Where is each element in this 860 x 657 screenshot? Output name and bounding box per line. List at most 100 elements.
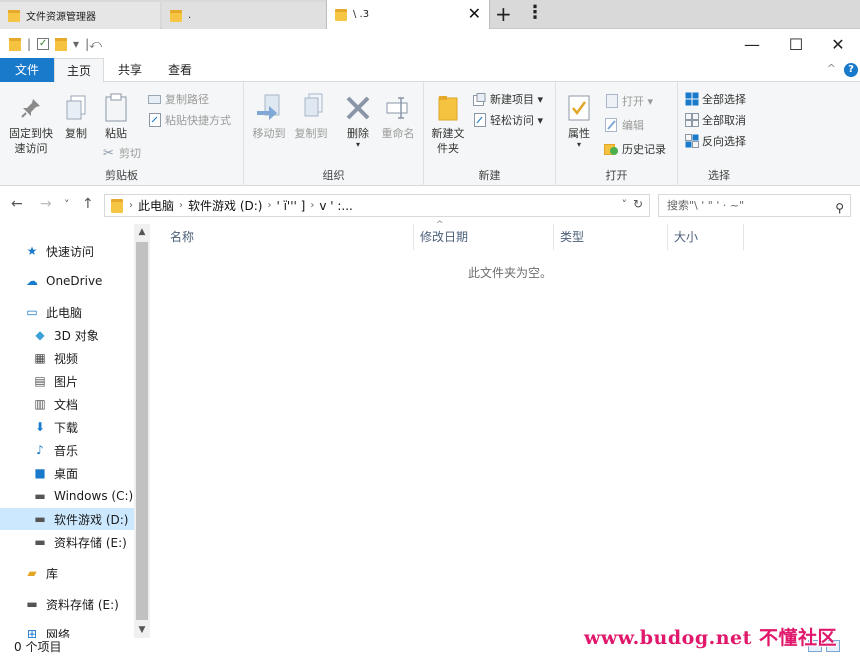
copy-label: 复制: [65, 127, 87, 140]
qa-dropdown-icon[interactable]: ▾: [73, 37, 79, 51]
column-header-date[interactable]: 修改日期: [414, 224, 554, 250]
properties-dropdown-icon[interactable]: ▾: [577, 141, 581, 149]
item-count: 0 个项目: [14, 640, 62, 654]
nav-item[interactable]: ▬ 资料存储 (E:): [0, 531, 148, 553]
quick-access-toolbar: | ✓ ▾ |⤺: [9, 37, 102, 52]
invert-selection-button[interactable]: 反向选择: [684, 132, 746, 150]
group-label-open: 打开: [605, 169, 628, 182]
recent-locations-icon[interactable]: ˅: [64, 198, 70, 211]
tab-home[interactable]: 主页: [54, 58, 104, 82]
breadcrumb-current-folder[interactable]: v ' :...: [319, 199, 353, 213]
nav-item-label: 视频: [54, 351, 79, 366]
ribbon-collapse-icon[interactable]: ^: [827, 62, 836, 75]
tab-label: 文件资源管理器: [26, 12, 96, 23]
properties-button[interactable]: 属性 ▾: [564, 92, 594, 149]
delete-label: 删除: [347, 127, 369, 140]
paste-shortcut-button[interactable]: 粘贴快捷方式: [147, 111, 231, 129]
pin-quick-access-button[interactable]: 固定到快速访问: [4, 92, 58, 156]
cut-button[interactable]: ✂ 剪切: [101, 144, 141, 162]
history-button[interactable]: 历史记录: [604, 140, 666, 158]
maximize-button[interactable]: ☐: [774, 30, 818, 58]
add-tab-icon[interactable]: +: [495, 2, 512, 26]
easy-access-icon: [472, 113, 487, 128]
edit-button[interactable]: 编辑: [604, 116, 644, 134]
nav-item[interactable]: ★ 快速访问: [0, 240, 148, 262]
new-item-button[interactable]: 新建项目 ▾: [472, 90, 543, 108]
up-icon[interactable]: ↑: [82, 196, 94, 212]
folder-icon: [335, 8, 347, 21]
more-options-icon[interactable]: ⋮: [526, 2, 544, 23]
paste-button[interactable]: 粘贴: [98, 92, 134, 141]
nav-item[interactable]: ▭ 此电脑: [0, 301, 148, 323]
back-icon[interactable]: ←: [11, 196, 23, 212]
scroll-thumb[interactable]: [136, 242, 148, 620]
new-folder-icon[interactable]: [55, 37, 68, 51]
breadcrumb-folder[interactable]: ' ï''' ]: [276, 199, 305, 213]
nav-item[interactable]: ▤ 图片: [0, 370, 148, 392]
tab-view[interactable]: 查看: [156, 58, 204, 82]
nav-item[interactable]: ♪ 音乐: [0, 439, 148, 461]
delete-dropdown-icon[interactable]: ▾: [356, 141, 360, 149]
nav-item[interactable]: ⬇ 下载: [0, 416, 148, 438]
nav-item[interactable]: ◆ 3D 对象: [0, 324, 148, 346]
tab-file-explorer[interactable]: 文件资源管理器: [0, 2, 160, 29]
nav-item[interactable]: ☁ OneDrive: [0, 270, 148, 292]
breadcrumb-drive-d[interactable]: 软件游戏 (D:): [188, 197, 262, 214]
copy-to-button[interactable]: 复制到: [290, 92, 332, 141]
watermark: www.budog.net 不懂社区: [584, 627, 838, 649]
address-dropdown-icon[interactable]: ˅: [622, 198, 628, 211]
breadcrumb-separator: ›: [179, 200, 184, 211]
tab-share[interactable]: 共享: [108, 58, 152, 82]
easy-access-button[interactable]: 轻松访问 ▾: [472, 111, 543, 129]
pin-icon: [15, 92, 47, 124]
nav-item[interactable]: ■ 桌面: [0, 462, 148, 484]
open-button[interactable]: 打开 ▾: [604, 92, 653, 110]
nav-item-label: 软件游戏 (D:): [54, 512, 129, 527]
nav-item[interactable]: ▬ Windows (C:): [0, 485, 148, 507]
new-folder-button[interactable]: 新建文件夹: [428, 92, 468, 156]
nav-item-icon: ▬: [34, 535, 46, 549]
nav-item[interactable]: ▬ 资料存储 (E:): [0, 593, 148, 615]
move-to-label: 移动到: [252, 127, 286, 140]
search-input[interactable]: 搜索"\ ' " ' · ~" ⚲: [658, 194, 851, 217]
nav-item[interactable]: ▥ 文档: [0, 393, 148, 415]
refresh-icon[interactable]: ↻: [633, 197, 643, 211]
nav-item-label: 资料存储 (E:): [46, 597, 119, 612]
tab-folder[interactable]: .: [162, 2, 326, 29]
nav-item[interactable]: ▰ 库: [0, 562, 148, 584]
search-icon[interactable]: ⚲: [835, 198, 844, 219]
select-all-button[interactable]: 全部选择: [684, 90, 746, 108]
nav-scrollbar[interactable]: ▲ ▼: [134, 224, 150, 638]
delete-button[interactable]: 删除 ▾: [340, 92, 376, 149]
nav-item-label: 3D 对象: [54, 328, 99, 343]
scroll-up-icon[interactable]: ▲: [134, 224, 150, 240]
close-window-button[interactable]: ✕: [816, 30, 860, 58]
properties-label: 属性: [568, 127, 590, 140]
forward-icon[interactable]: →: [40, 196, 52, 212]
select-none-button[interactable]: 全部取消: [684, 111, 746, 129]
minimize-button[interactable]: —: [730, 30, 774, 58]
copy-button[interactable]: 复制: [60, 92, 92, 141]
properties-check-icon[interactable]: ✓: [37, 38, 50, 50]
breadcrumb-separator: ›: [310, 200, 315, 211]
column-header-size[interactable]: 大小: [668, 224, 744, 250]
column-header-type[interactable]: 类型: [554, 224, 668, 250]
help-icon[interactable]: ?: [844, 63, 858, 77]
tab-active-folder[interactable]: \ .3 ✕: [326, 0, 490, 29]
rename-button[interactable]: 重命名: [378, 92, 418, 141]
copy-path-button[interactable]: 复制路径: [147, 90, 209, 108]
nav-item[interactable]: ▬ 软件游戏 (D:): [0, 508, 134, 530]
new-item-icon: [472, 92, 487, 107]
scroll-down-icon[interactable]: ▼: [134, 622, 150, 638]
empty-folder-message: 此文件夹为空。: [468, 266, 553, 280]
column-header-name[interactable]: 名称: [164, 224, 414, 250]
address-bar[interactable]: › 此电脑 › 软件游戏 (D:) › ' ï''' ] › v ' :... …: [104, 194, 650, 217]
breadcrumb-this-pc[interactable]: 此电脑: [138, 197, 174, 214]
nav-item-icon: ▤: [34, 374, 46, 388]
nav-item[interactable]: ▦ 视频: [0, 347, 148, 369]
close-tab-icon[interactable]: ✕: [468, 4, 481, 23]
history-label: 历史记录: [622, 143, 666, 156]
move-to-button[interactable]: 移动到: [248, 92, 290, 141]
tab-file[interactable]: 文件: [0, 58, 54, 82]
move-to-icon: [253, 92, 285, 124]
